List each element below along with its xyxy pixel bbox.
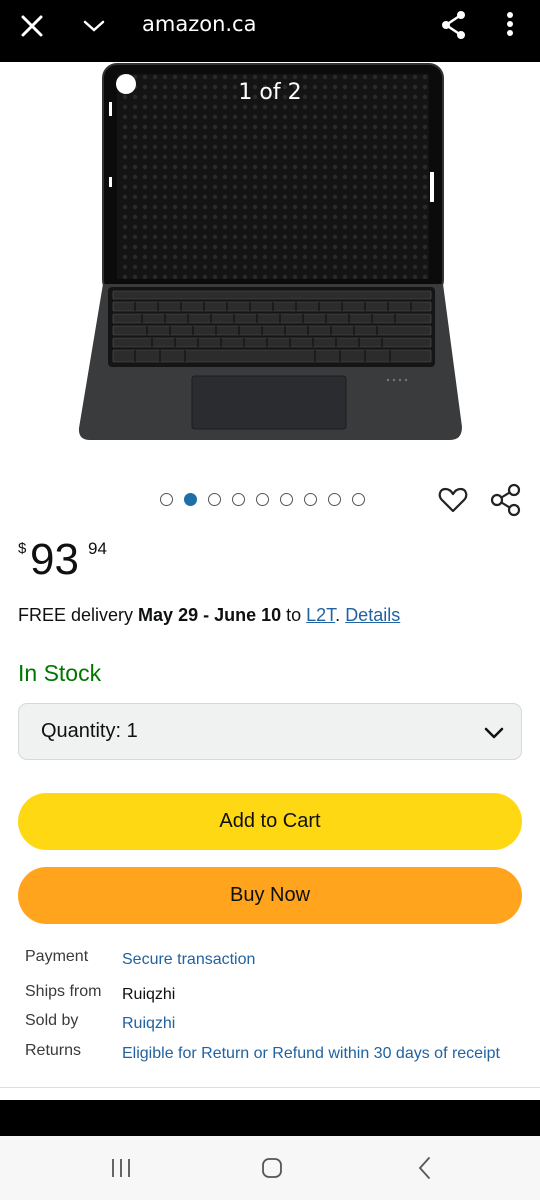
close-icon[interactable]	[18, 12, 46, 40]
bottom-black-bar	[0, 1100, 540, 1136]
delivery-info: FREE delivery May 29 - June 10 to L2T. D…	[18, 605, 400, 626]
back-icon[interactable]	[412, 1156, 438, 1180]
browser-toolbar: amazon.ca	[0, 0, 540, 62]
chevron-down-icon[interactable]	[82, 14, 106, 38]
buy-now-button[interactable]: Buy Now	[18, 867, 522, 924]
detail-value: Ruiqzhi	[122, 986, 176, 1003]
home-icon[interactable]	[259, 1156, 285, 1180]
product-image-carousel[interactable]: 1 of 2	[0, 62, 540, 482]
url-text[interactable]: amazon.ca	[142, 12, 256, 36]
image-counter: 1 of 2	[238, 80, 302, 105]
carousel-dot[interactable]	[160, 492, 173, 506]
chevron-down-icon	[484, 727, 504, 739]
carousel-dots[interactable]	[160, 489, 365, 509]
detail-key: Returns	[25, 1042, 82, 1059]
detail-key: Sold by	[25, 1012, 79, 1029]
price-currency: $	[18, 540, 27, 557]
seller-link[interactable]: Ruiqzhi	[122, 1012, 502, 1036]
availability-status: In Stock	[18, 660, 102, 686]
returns-policy-link[interactable]: Eligible for Return or Refund within 30 …	[122, 1042, 502, 1066]
detail-value-link[interactable]: Secure transaction	[122, 948, 502, 972]
more-vert-icon[interactable]	[500, 10, 520, 40]
delivery-separator: .	[335, 605, 346, 625]
delivery-prefix: FREE delivery	[18, 605, 139, 625]
product-image[interactable]	[0, 62, 540, 482]
delivery-to: to	[281, 605, 307, 625]
price-fraction: 94	[88, 539, 107, 558]
carousel-dot-active[interactable]	[184, 492, 197, 506]
delivery-dates: May 29 - June 10	[138, 605, 282, 625]
detail-key: Ships from	[25, 983, 102, 1000]
carousel-dot[interactable]	[328, 492, 341, 506]
carousel-dot[interactable]	[232, 492, 245, 506]
carousel-dot[interactable]	[280, 492, 293, 506]
detail-key: Payment	[25, 948, 89, 965]
system-nav-bar	[0, 1136, 540, 1200]
carousel-dot[interactable]	[256, 492, 269, 506]
carousel-dot[interactable]	[208, 492, 221, 506]
heart-icon[interactable]	[438, 485, 468, 515]
recent-apps-icon[interactable]	[108, 1156, 134, 1180]
carousel-dot[interactable]	[304, 492, 317, 506]
price-whole: 93	[30, 535, 79, 584]
postal-code-link[interactable]: L2T	[306, 605, 335, 625]
share-icon[interactable]	[440, 10, 468, 40]
quantity-label: Quantity: 1	[41, 720, 138, 742]
delivery-details-link[interactable]: Details	[345, 605, 400, 625]
add-to-cart-button[interactable]: Add to Cart	[18, 793, 522, 850]
share-icon[interactable]	[490, 483, 522, 517]
carousel-dot[interactable]	[352, 492, 365, 506]
divider	[0, 1087, 540, 1088]
quantity-select[interactable]: Quantity: 1	[18, 703, 522, 760]
